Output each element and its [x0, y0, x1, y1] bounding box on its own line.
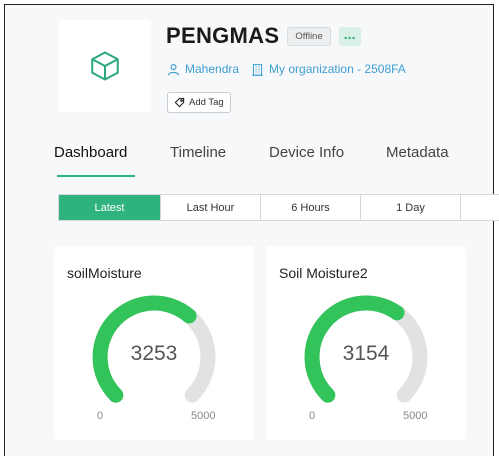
gauge-min-label: 0: [97, 410, 104, 422]
gauge-min-label: 0: [309, 410, 316, 422]
gauge-max-label: 5000: [191, 410, 216, 422]
range-6-hours-button[interactable]: 6 Hours: [261, 195, 361, 220]
range-latest-button[interactable]: Latest: [59, 195, 161, 220]
organization-link[interactable]: My organization - 2508FA: [251, 62, 406, 76]
time-range-selector: Latest Last Hour 6 Hours 1 Day: [58, 194, 499, 221]
owner-name: Mahendra: [185, 62, 240, 76]
building-icon: [252, 63, 263, 76]
tab-device-info[interactable]: Device Info: [269, 144, 344, 161]
owner-link[interactable]: Mahendra: [167, 62, 239, 76]
add-tag-button[interactable]: Add Tag: [167, 92, 231, 113]
gauge-value: 3154: [342, 342, 390, 365]
gauge-value: 3253: [130, 342, 178, 365]
range-more-button[interactable]: [461, 195, 499, 220]
gauge-max-label: 5000: [403, 410, 428, 422]
user-icon: [168, 63, 179, 75]
active-tab-indicator: [57, 175, 135, 177]
tag-icon: [174, 97, 185, 108]
range-1-day-button[interactable]: 1 Day: [361, 195, 461, 220]
add-tag-label: Add Tag: [189, 97, 224, 108]
gauge-widget: Soil Moisture2 3154 0 5000: [266, 246, 466, 440]
status-badge: Offline: [287, 26, 331, 46]
range-last-hour-button[interactable]: Last Hour: [161, 195, 261, 220]
device-icon-card: [58, 20, 151, 112]
gauge-widget: soilMoisture 3253 0 5000: [54, 246, 254, 440]
more-options-button[interactable]: ...: [338, 26, 361, 46]
device-title: PENGMAS: [166, 23, 280, 48]
organization-name: My organization - 2508FA: [269, 62, 406, 76]
tab-dashboard[interactable]: Dashboard: [54, 144, 127, 161]
page-frame: PENGMAS Offline ... Mahendra My organiza…: [4, 4, 499, 456]
tab-metadata[interactable]: Metadata: [386, 144, 449, 161]
tab-timeline[interactable]: Timeline: [170, 144, 226, 161]
cube-icon: [90, 51, 119, 81]
